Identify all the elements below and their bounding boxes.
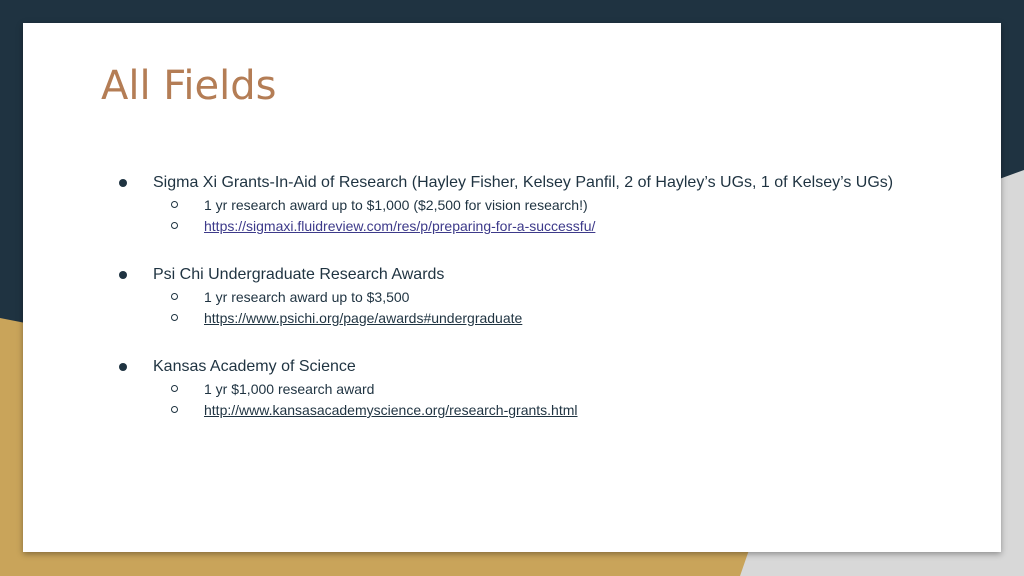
- list-item: Psi Chi Undergraduate Research Awards 1 …: [114, 263, 984, 329]
- sub-bullet-circle-icon: [171, 406, 178, 413]
- sub-bullet-circle-icon: [171, 385, 178, 392]
- slide-card: All Fields Sigma Xi Grants-In-Aid of Res…: [23, 23, 1001, 552]
- sub-bullet-text: 1 yr research award up to $3,500: [204, 289, 410, 305]
- bullet-dot-icon: [119, 179, 127, 187]
- bullet-dot-icon: [119, 271, 127, 279]
- sub-bullet-item: 1 yr research award up to $1,000 ($2,500…: [114, 195, 984, 216]
- kansas-academy-link[interactable]: http://www.kansasacademyscience.org/rese…: [204, 402, 578, 418]
- list-item: Sigma Xi Grants-In-Aid of Research (Hayl…: [114, 171, 984, 237]
- sub-bullet-circle-icon: [171, 201, 178, 208]
- slide-title: All Fields: [101, 63, 277, 109]
- sub-bullet-item: https://www.psichi.org/page/awards#under…: [114, 308, 984, 329]
- bullet-dot-icon: [119, 363, 127, 371]
- sub-bullet-item: https://sigmaxi.fluidreview.com/res/p/pr…: [114, 216, 984, 237]
- bullet-label: Sigma Xi Grants-In-Aid of Research (Hayl…: [153, 174, 894, 191]
- bullet-label: Kansas Academy of Science: [153, 358, 356, 375]
- sub-bullet-text: 1 yr research award up to $1,000 ($2,500…: [204, 197, 588, 213]
- sub-bullet-circle-icon: [171, 314, 178, 321]
- sub-bullet-item: http://www.kansasacademyscience.org/rese…: [114, 400, 984, 421]
- sub-bullet-item: 1 yr $1,000 research award: [114, 379, 984, 400]
- psichi-link[interactable]: https://www.psichi.org/page/awards#under…: [204, 310, 522, 326]
- sub-bullet-item: 1 yr research award up to $3,500: [114, 287, 984, 308]
- bullet-list: Sigma Xi Grants-In-Aid of Research (Hayl…: [114, 171, 984, 447]
- bullet-item: Kansas Academy of Science: [114, 355, 984, 379]
- sigmaxi-link[interactable]: https://sigmaxi.fluidreview.com/res/p/pr…: [204, 218, 595, 234]
- list-item: Kansas Academy of Science 1 yr $1,000 re…: [114, 355, 984, 421]
- bullet-item: Psi Chi Undergraduate Research Awards: [114, 263, 984, 287]
- bullet-item: Sigma Xi Grants-In-Aid of Research (Hayl…: [114, 171, 984, 195]
- slide-stage: All Fields Sigma Xi Grants-In-Aid of Res…: [0, 0, 1024, 576]
- sub-bullet-circle-icon: [171, 293, 178, 300]
- bullet-label: Psi Chi Undergraduate Research Awards: [153, 266, 445, 283]
- sub-bullet-text: 1 yr $1,000 research award: [204, 381, 375, 397]
- sub-bullet-circle-icon: [171, 222, 178, 229]
